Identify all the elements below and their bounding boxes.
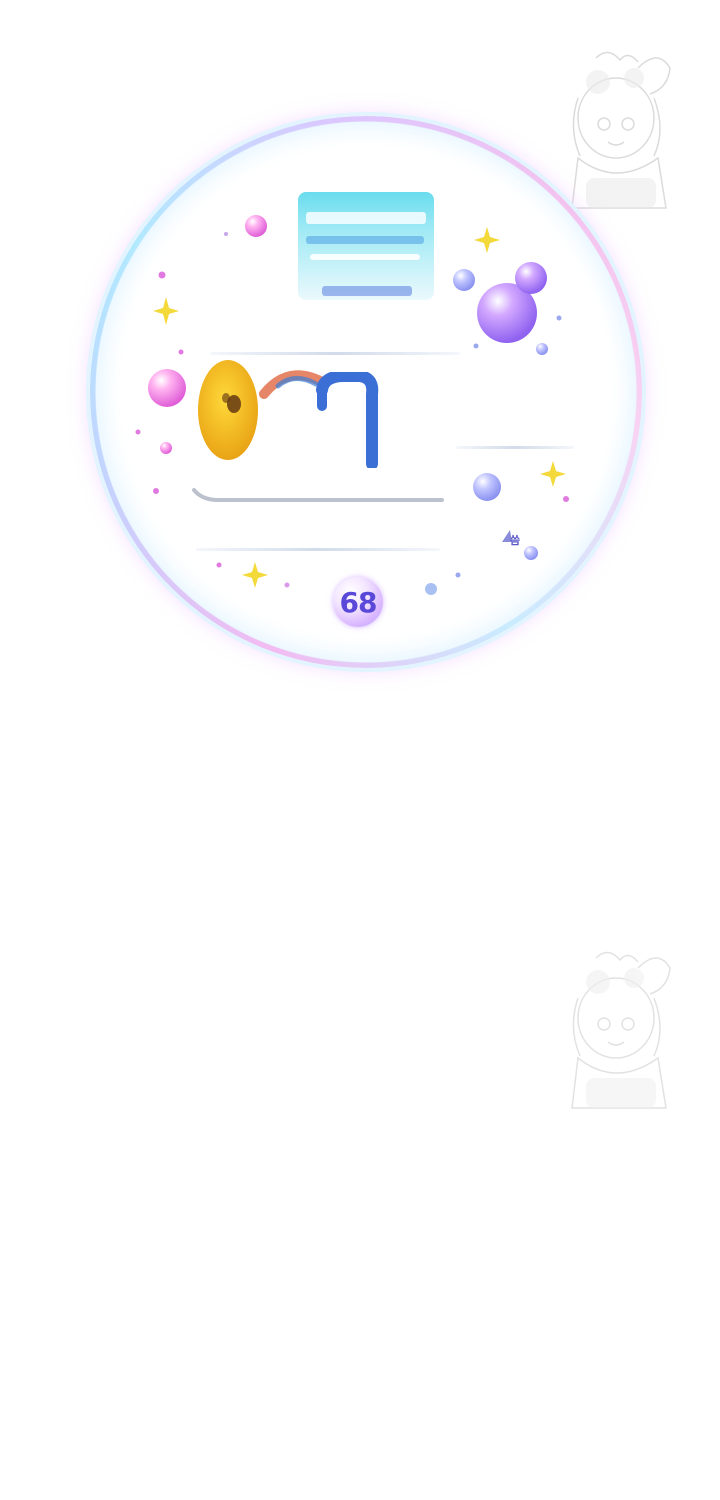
- anime-watermark-icon: [558, 938, 688, 1113]
- count-badge-value: 68: [339, 585, 378, 619]
- small-label: 씀: [510, 534, 521, 547]
- count-badge: 68: [333, 577, 383, 627]
